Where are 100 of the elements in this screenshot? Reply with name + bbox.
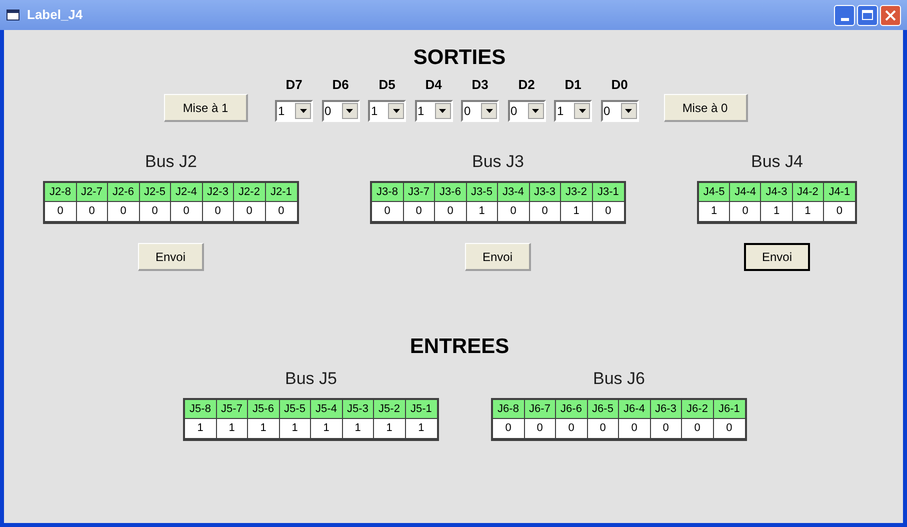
pin-header: J4-1: [828, 185, 852, 200]
pin-header: J6-4: [619, 400, 650, 418]
pin-value: 0: [524, 419, 556, 438]
pin-value: 1: [216, 419, 248, 438]
dropdown-arrow-icon: [486, 109, 492, 113]
pin-header: J5-7: [216, 400, 248, 418]
bus-title: Bus J6: [593, 369, 645, 389]
bit-label: D2: [518, 77, 535, 93]
bit-dropdown[interactable]: 1: [368, 100, 406, 122]
pin-header: J3-2: [561, 183, 592, 201]
close-button[interactable]: [880, 4, 901, 26]
pin-header: J6-3: [650, 400, 682, 418]
bit-dropdown[interactable]: 1: [414, 100, 452, 122]
pin-value: 1: [280, 419, 311, 438]
bit-label: D5: [378, 77, 396, 93]
pin-header: J3-4: [498, 183, 530, 201]
pin-header: J5-1: [410, 402, 433, 417]
pin-value: 0: [372, 202, 404, 221]
pin-value: 0: [202, 202, 234, 221]
minimize-button[interactable]: [834, 4, 855, 26]
bus-title: Bus J5: [285, 369, 337, 389]
pin-header: J4-2: [792, 183, 824, 201]
pin-header: J5-8: [185, 400, 216, 418]
pin-header: J2-7: [76, 183, 108, 201]
envoi-button[interactable]: Envoi: [744, 243, 810, 271]
pin-value: 1: [561, 202, 592, 221]
pin-header: J3-1: [596, 185, 620, 200]
pin-header: J2-8: [45, 183, 76, 201]
pin-value: 0: [725, 421, 734, 436]
pin-header: J6-8: [493, 400, 524, 418]
pin-value: 0: [234, 202, 266, 221]
pin-value: 1: [761, 202, 793, 221]
dropdown-arrow-icon: [392, 109, 400, 113]
bit-label: D7: [286, 77, 302, 93]
dropdown-arrow-icon: [532, 109, 539, 113]
pin-value: 0: [730, 202, 762, 221]
dropdown-arrow-icon: [346, 109, 353, 113]
pin-header: J3-7: [404, 183, 435, 201]
maximize-button[interactable]: [857, 4, 878, 26]
pin-value: 0: [650, 419, 682, 438]
pin-header: J3-5: [466, 183, 498, 201]
bit-label: D6: [332, 77, 349, 93]
dropdown-arrow-icon: [578, 109, 586, 113]
pin-value: 0: [277, 204, 286, 219]
pin-value: 0: [682, 419, 714, 438]
pin-value: 1: [417, 421, 426, 436]
bit-label: D3: [472, 77, 488, 93]
pin-value: 1: [248, 419, 280, 438]
pin-value: 1: [374, 419, 406, 438]
pin-value: 0: [140, 202, 171, 221]
pin-value: 0: [498, 202, 530, 221]
pin-header: J6-1: [718, 402, 741, 417]
dropdown-arrow-icon: [300, 109, 306, 113]
pin-header: J5-3: [342, 400, 374, 418]
pin-header: J4-3: [761, 183, 793, 201]
pin-header: J3-8: [372, 183, 404, 201]
pin-header: J2-4: [171, 183, 202, 201]
bit-dropdown[interactable]: 0: [508, 100, 546, 122]
bus-title: Bus J3: [472, 152, 524, 172]
pin-value: 0: [556, 419, 588, 438]
pin-header: J3-3: [530, 183, 561, 201]
dropdown-arrow-icon: [625, 109, 632, 113]
bit-dropdown[interactable]: 0: [600, 100, 638, 122]
pin-value: 0: [530, 202, 561, 221]
bit-label: D1: [564, 77, 582, 93]
pin-header: J5-2: [374, 400, 406, 418]
bit-dropdown[interactable]: 1: [275, 100, 313, 122]
pin-header: J4-4: [730, 183, 762, 201]
pin-value: 1: [311, 419, 342, 438]
pin-value: 1: [342, 419, 374, 438]
bit-dropdown[interactable]: 1: [554, 100, 592, 122]
pin-value: 0: [404, 202, 435, 221]
pin-header: J2-3: [202, 183, 234, 201]
pin-value: 1: [699, 202, 730, 221]
pin-header: J2-5: [140, 183, 171, 201]
clear-all-button[interactable]: Mise à 0: [664, 94, 748, 122]
pin-header: J6-5: [588, 400, 619, 418]
bit-label: D4: [425, 77, 442, 93]
pin-header: J6-6: [556, 400, 588, 418]
pin-value: 0: [619, 419, 650, 438]
bit-dropdown[interactable]: 0: [461, 100, 499, 122]
pin-value: 0: [604, 204, 612, 219]
set-all-button[interactable]: Mise à 1: [164, 94, 248, 122]
pin-value: 0: [45, 202, 76, 221]
envoi-button[interactable]: Envoi: [465, 243, 531, 271]
pin-value: 0: [171, 202, 202, 221]
pin-header: J2-6: [108, 183, 140, 201]
pin-value: 1: [185, 419, 216, 438]
pin-value: 1: [792, 202, 824, 221]
pin-value: 0: [435, 202, 466, 221]
pin-value: 1: [466, 202, 498, 221]
bit-dropdown[interactable]: 0: [322, 100, 360, 122]
pin-header: J2-2: [234, 183, 266, 201]
pin-value: 0: [588, 419, 619, 438]
envoi-button[interactable]: Envoi: [138, 243, 204, 271]
bit-label: D0: [611, 77, 628, 93]
bus-title: Bus J2: [145, 152, 197, 172]
dropdown-arrow-icon: [439, 109, 446, 113]
pin-value: 0: [835, 204, 844, 219]
pin-value: 0: [108, 202, 140, 221]
